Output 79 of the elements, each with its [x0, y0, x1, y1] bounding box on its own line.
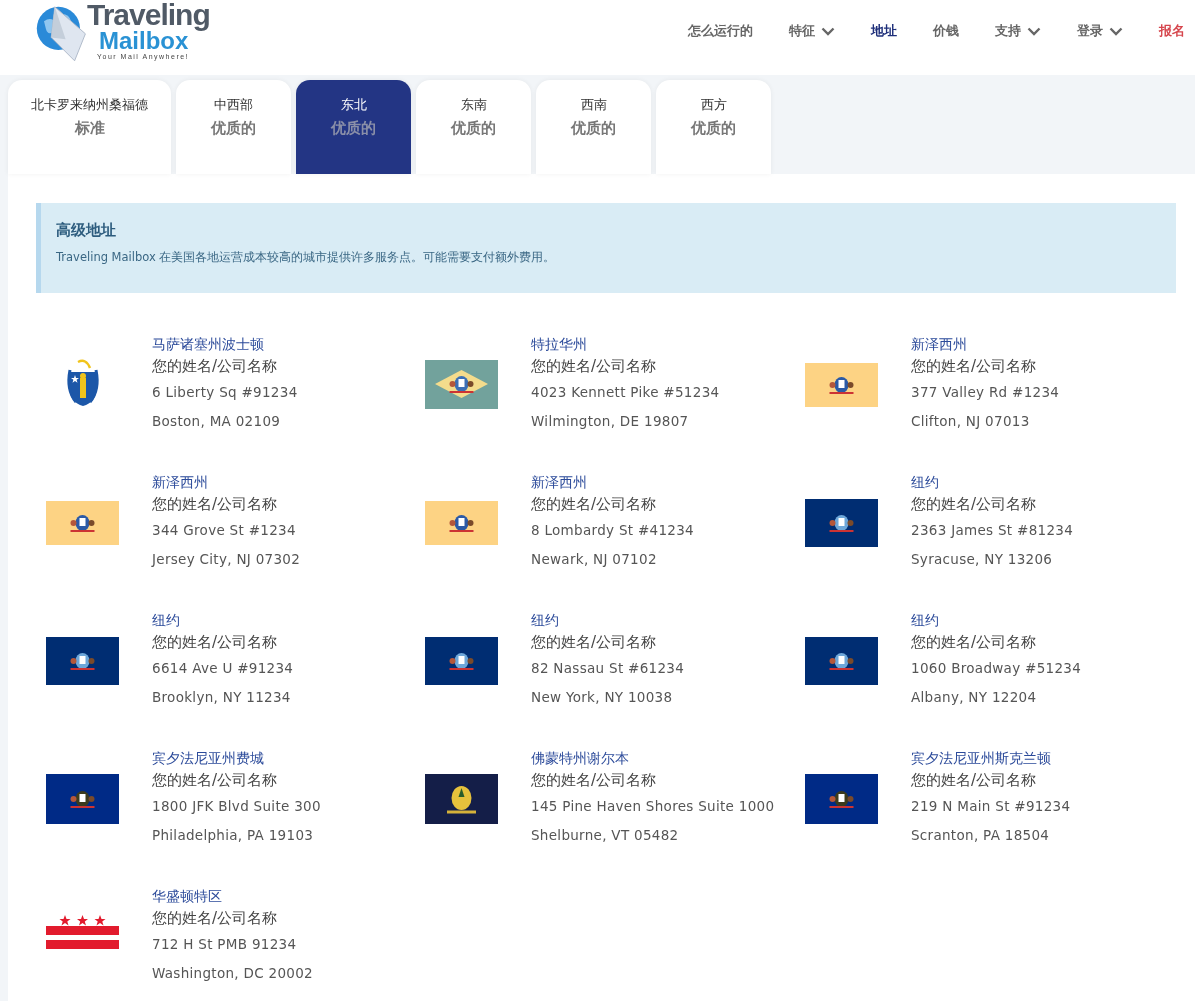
street-address: 82 Nassau St #61234 [531, 658, 685, 678]
location-link[interactable]: 纽约 [911, 471, 1074, 492]
address-name: 您的姓名/公司名称 [152, 631, 279, 653]
flag-icon [425, 636, 498, 685]
region-tab[interactable]: 西方 优质的 [656, 80, 771, 174]
location-link[interactable]: 宾夕法尼亚州斯克兰顿 [911, 747, 1071, 768]
address-name: 您的姓名/公司名称 [531, 769, 658, 791]
address-name: 您的姓名/公司名称 [152, 493, 279, 515]
street-address: 8 Lombardy St #41234 [531, 520, 694, 540]
address-name: 您的姓名/公司名称 [152, 769, 279, 791]
city-address: Scranton, PA 18504 [911, 825, 1051, 845]
nav-link[interactable]: 地址 [853, 22, 915, 40]
notice-text: Traveling Mailbox 在美国各地运营成本较高的城市提供许多服务点。可能需要支付额外费用。 [56, 250, 557, 265]
location-link[interactable]: 新泽西州 [531, 471, 694, 492]
flag-icon [425, 500, 498, 545]
region-tab[interactable]: 东南 优质的 [416, 80, 531, 174]
street-address: 712 H St PMB 91234 [152, 934, 298, 954]
location-link[interactable]: 纽约 [152, 609, 294, 630]
nav-link[interactable]: 支持 [977, 22, 1059, 40]
city-address: Brooklyn, NY 11234 [152, 687, 292, 707]
address-name: 您的姓名/公司名称 [911, 769, 1038, 791]
region-tab[interactable]: 东北 优质的 [296, 80, 411, 174]
address-name: 您的姓名/公司名称 [152, 355, 279, 377]
flag-icon [425, 360, 498, 409]
location-link[interactable]: 特拉华州 [531, 333, 720, 354]
flag-icon [46, 500, 119, 545]
city-address: Albany, NY 12204 [911, 687, 1038, 707]
region-tab[interactable]: 西南 优质的 [536, 80, 651, 174]
location-link[interactable]: 佛蒙特州谢尔本 [531, 747, 775, 768]
street-address: 344 Grove St #1234 [152, 520, 297, 540]
region-tab[interactable]: 中西部 优质的 [176, 80, 291, 174]
city-address: New York, NY 10038 [531, 687, 674, 707]
street-address: 1060 Broadway #51234 [911, 658, 1082, 678]
city-address: Washington, DC 20002 [152, 963, 313, 983]
city-address: Wilmington, DE 19807 [531, 411, 690, 431]
city-address: Syracuse, NY 13206 [911, 549, 1054, 569]
flag-icon [46, 773, 119, 824]
location-link[interactable]: 新泽西州 [152, 471, 301, 492]
address-name: 您的姓名/公司名称 [531, 355, 658, 377]
city-address: Newark, NJ 07102 [531, 549, 658, 569]
street-address: 145 Pine Haven Shores Suite 1000 [531, 796, 775, 816]
flag-icon [805, 636, 878, 685]
signup-link[interactable]: 报名 [1141, 22, 1185, 40]
city-address: Clifton, NJ 07013 [911, 411, 1031, 431]
location-link[interactable]: 马萨诸塞州波士顿 [152, 333, 298, 354]
flag-icon [805, 773, 878, 824]
city-address: Philadelphia, PA 19103 [152, 825, 315, 845]
location-link[interactable]: 宾夕法尼亚州费城 [152, 747, 321, 768]
city-address: Jersey City, NJ 07302 [152, 549, 301, 569]
address-name: 您的姓名/公司名称 [911, 493, 1038, 515]
street-address: 6614 Ave U #91234 [152, 658, 294, 678]
location-link[interactable]: 华盛顿特区 [152, 885, 313, 906]
street-address: 2363 James St #81234 [911, 520, 1074, 540]
address-name: 您的姓名/公司名称 [531, 493, 658, 515]
address-name: 您的姓名/公司名称 [152, 907, 279, 929]
flag-icon [46, 636, 119, 685]
nav-link[interactable]: 特征 [771, 22, 853, 40]
flag-icon [805, 498, 878, 547]
notice-title: 高级地址 [56, 221, 117, 240]
city-address: Boston, MA 02109 [152, 411, 282, 431]
nav-link[interactable]: 怎么运行的 [670, 22, 771, 40]
location-link[interactable]: 纽约 [531, 609, 685, 630]
address-name: 您的姓名/公司名称 [911, 355, 1038, 377]
flag-icon [425, 773, 498, 824]
flag-icon [805, 362, 878, 407]
location-link[interactable]: 纽约 [911, 609, 1082, 630]
street-address: 6 Liberty Sq #91234 [152, 382, 298, 402]
street-address: 4023 Kennett Pike #51234 [531, 382, 720, 402]
street-address: 219 N Main St #91234 [911, 796, 1071, 816]
city-address: Shelburne, VT 05482 [531, 825, 680, 845]
logo-text[interactable]: Traveling [87, 0, 210, 30]
region-tab[interactable]: 北卡罗来纳州桑福德 标准 [8, 80, 171, 174]
nav-link[interactable]: 价钱 [915, 22, 977, 40]
address-name: 您的姓名/公司名称 [911, 631, 1038, 653]
street-address: 377 Valley Rd #1234 [911, 382, 1060, 402]
location-link[interactable]: 新泽西州 [911, 333, 1060, 354]
nav-link[interactable]: 登录 [1059, 22, 1141, 40]
street-address: 1800 JFK Blvd Suite 300 [152, 796, 321, 816]
address-name: 您的姓名/公司名称 [531, 631, 658, 653]
